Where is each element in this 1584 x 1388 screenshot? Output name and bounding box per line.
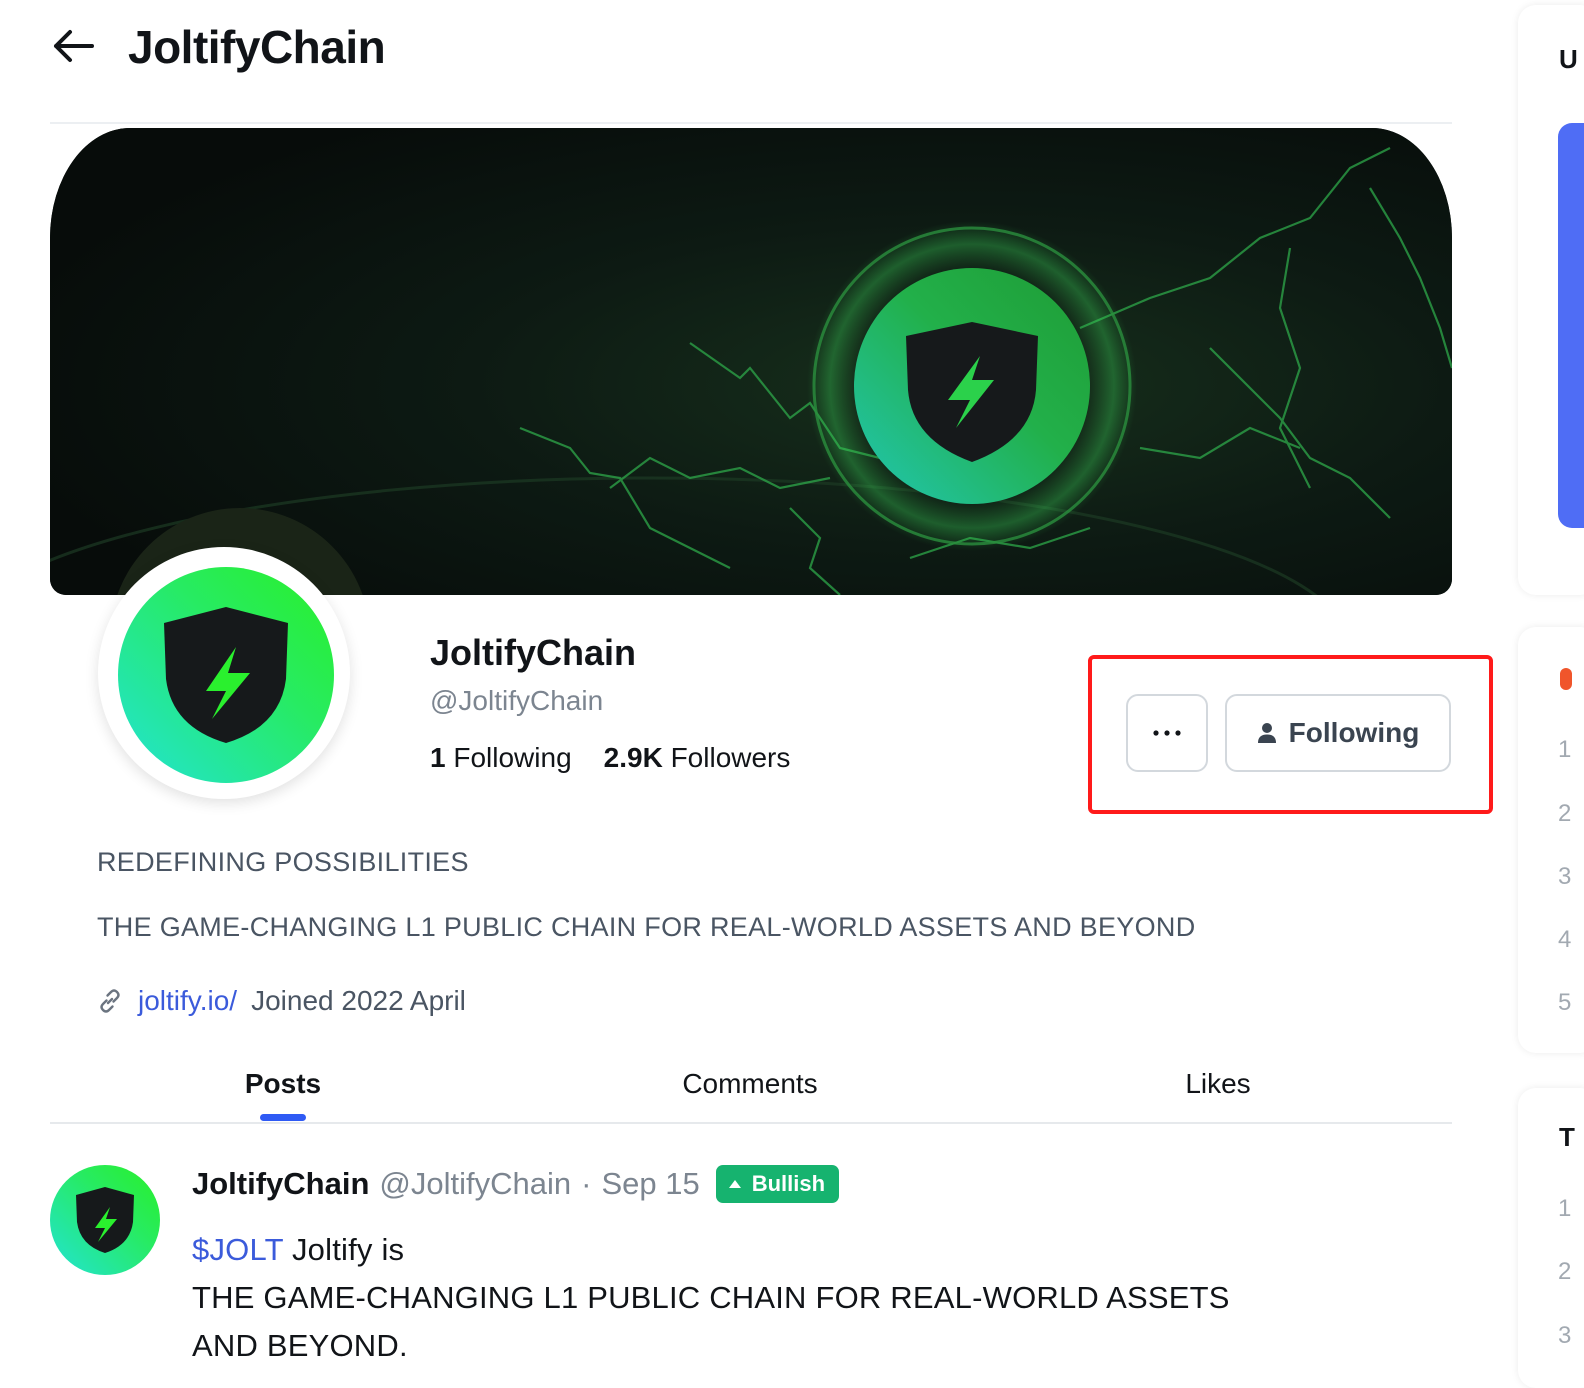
followers-stat[interactable]: 2.9K Followers [604,742,791,773]
ellipsis-icon [1153,730,1181,736]
profile-stats: 1 Following 2.9K Followers [430,740,790,776]
cashtag-link[interactable]: $JOLT [192,1232,283,1267]
avatar [118,567,334,783]
post-author-avatar[interactable] [50,1165,160,1275]
fire-icon [1560,668,1572,690]
sidebar-rank: 5 [1558,989,1572,1016]
tab-posts[interactable]: Posts [218,1064,348,1104]
joltify-shield-logo-icon [118,567,334,783]
followers-count: 2.9K [603,742,663,773]
bio-description: THE GAME-CHANGING L1 PUBLIC CHAIN FOR RE… [97,912,1196,942]
sidebar-rank: 4 [1558,926,1572,953]
following-stat[interactable]: 1 Following [430,742,572,773]
following-count: 1 [430,742,446,773]
sidebar-card [1518,5,1584,595]
sidebar-heading-2: T [1559,1122,1575,1152]
sidebar-rank: 2 [1558,1258,1572,1285]
tab-comments[interactable]: Comments [660,1064,840,1104]
joined-date: Joined 2022 April [251,985,466,1016]
sentiment-badge: Bullish [715,1165,840,1203]
profile-meta: joltify.io/ Joined 2022 April [96,982,466,1020]
sidebar-rank: 1 [1558,1195,1572,1222]
following-button[interactable]: Following [1225,694,1451,772]
profile-handle: @JoltifyChain [430,685,604,716]
post-author-name[interactable]: JoltifyChain [192,1166,369,1202]
header-divider [50,122,1452,124]
post-date[interactable]: Sep 15 [601,1166,699,1202]
profile-name: JoltifyChain [430,632,637,673]
arrow-left-icon[interactable] [50,26,96,66]
sentiment-label: Bullish [751,1171,826,1196]
bio-tagline: REDEFINING POSSIBILITIES [97,847,469,877]
person-icon [1257,723,1276,743]
profile-banner [50,128,1452,595]
active-tab-indicator [260,1114,306,1121]
following-button-label: Following [1288,717,1420,748]
joltify-shield-logo-icon [50,1165,160,1275]
sidebar-rank: 3 [1558,863,1572,890]
sidebar-rank: 3 [1558,1322,1572,1349]
more-options-button[interactable] [1126,694,1208,772]
link-icon [100,989,120,1013]
post-text-intro: Joltify is [283,1232,405,1267]
post-text-main: THE GAME-CHANGING L1 PUBLIC CHAIN FOR RE… [192,1280,1230,1363]
sidebar-card-2 [1518,627,1584,1053]
tab-likes[interactable]: Likes [1158,1064,1278,1104]
post-body: $JOLT Joltify is THE GAME-CHANGING L1 PU… [192,1226,1292,1370]
banner-artwork [50,128,1452,595]
sidebar-heading: U [1559,44,1578,74]
post-author-handle[interactable]: @JoltifyChain [379,1166,571,1202]
tabs-divider [50,1122,1452,1124]
triangle-up-icon [728,1180,741,1188]
following-label: Following [453,742,572,773]
website-link[interactable]: joltify.io/ [138,985,237,1017]
sidebar-rank: 1 [1558,736,1572,763]
page-title: JoltifyChain [128,21,386,73]
profile-avatar[interactable] [98,547,350,799]
post-separator: · [581,1166,592,1201]
post-header: JoltifyChain @JoltifyChain · Sep 15 Bull… [192,1164,840,1204]
followers-label: Followers [670,742,791,773]
sidebar-rank: 2 [1558,800,1572,827]
sidebar-banner[interactable] [1558,123,1584,528]
